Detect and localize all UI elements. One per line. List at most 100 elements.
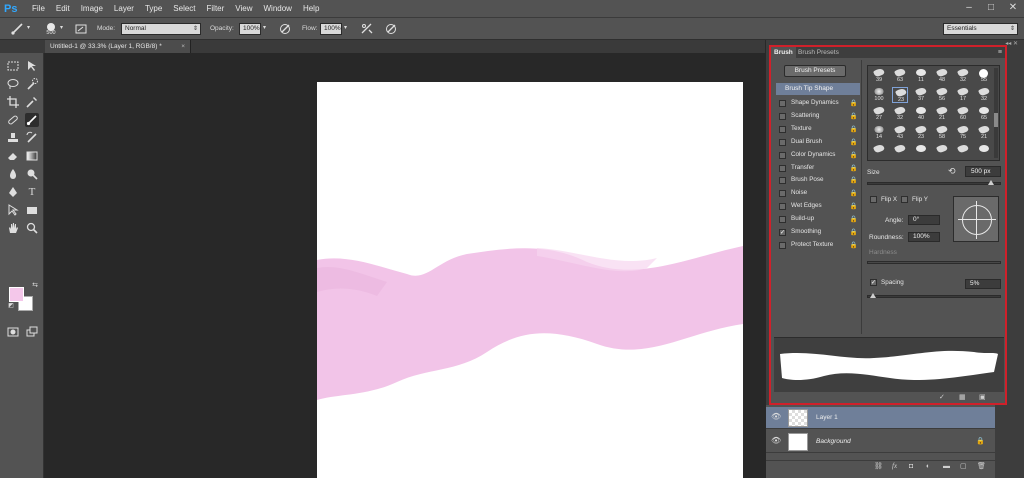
lock-icon[interactable]: 🔒 <box>850 202 858 210</box>
brush-tip-preset[interactable]: 56 <box>934 86 950 103</box>
layer-style-icon[interactable]: fx <box>892 461 897 472</box>
gradient-tool-icon[interactable] <box>25 149 39 163</box>
brush-tip-preset[interactable]: 58 <box>934 124 950 141</box>
close-tab-icon[interactable]: × <box>181 40 185 53</box>
spacing-checkbox[interactable]: ✓ <box>870 279 877 286</box>
menu-image[interactable]: Image <box>81 4 103 13</box>
angle-field[interactable]: 0° <box>908 215 940 225</box>
lock-icon[interactable]: 🔒 <box>850 241 858 249</box>
brush-tip-preset[interactable]: 48 <box>934 67 950 84</box>
tip-grid-scrollbar[interactable] <box>994 68 998 158</box>
lock-icon[interactable]: 🔒 <box>850 138 858 146</box>
new-brush-icon[interactable]: ▣ <box>979 392 986 403</box>
brush-tip-preset[interactable]: 39 <box>871 67 887 84</box>
brush-tip-preset[interactable]: 21 <box>976 124 992 141</box>
brush-tip-preset[interactable] <box>955 143 971 160</box>
menu-window[interactable]: Window <box>264 4 292 13</box>
brush-tip-preset[interactable]: 37 <box>913 86 929 103</box>
brush-option-noise[interactable]: Noise 🔒 <box>776 187 860 200</box>
brush-tool-icon[interactable] <box>10 22 24 36</box>
option-checkbox[interactable] <box>779 203 786 211</box>
angle-roundness-widget[interactable] <box>953 196 999 242</box>
size-slider-handle[interactable] <box>988 180 994 185</box>
close-icon[interactable]: ✕ <box>1006 2 1020 14</box>
maximize-icon[interactable]: □ <box>984 2 998 14</box>
brush-tip-preset[interactable]: 32 <box>976 86 992 103</box>
brush-picker-arrow-icon[interactable]: ▾ <box>27 24 30 31</box>
lock-icon[interactable]: 🔒 <box>850 228 858 236</box>
option-checkbox[interactable] <box>779 241 786 249</box>
brush-tip-preset[interactable] <box>976 144 992 160</box>
blur-tool-icon[interactable] <box>6 167 20 181</box>
brush-option-dual-brush[interactable]: Dual Brush 🔒 <box>776 136 860 149</box>
link-layers-icon[interactable]: ⛓ <box>874 461 883 472</box>
option-checkbox[interactable] <box>779 100 786 107</box>
brush-tip-preset[interactable] <box>871 143 887 160</box>
toggle-brush-panel-icon[interactable] <box>74 22 88 36</box>
opacity-arrow-icon[interactable]: ▾ <box>263 24 266 31</box>
panel-menu-icon[interactable]: ≡ <box>998 47 1002 58</box>
lock-icon[interactable]: 🔒 <box>850 112 858 120</box>
dodge-tool-icon[interactable] <box>25 167 39 181</box>
healing-brush-tool-icon[interactable] <box>6 113 20 127</box>
menu-layer[interactable]: Layer <box>114 4 134 13</box>
crop-tool-icon[interactable] <box>6 95 20 109</box>
pressure-size-icon[interactable] <box>384 22 398 36</box>
layer-row-background[interactable]: 👁 Background 🔒 <box>766 431 995 453</box>
brush-option-wet-edges[interactable]: Wet Edges 🔒 <box>776 200 860 213</box>
adjustment-layer-icon[interactable]: ◐ <box>926 461 930 472</box>
brush-tip-preset[interactable] <box>913 144 929 160</box>
option-checkbox[interactable] <box>779 177 786 185</box>
layer-row-layer-1[interactable]: 👁 Layer 1 <box>766 407 995 429</box>
document-tab[interactable]: Untitled-1 @ 33.3% (Layer 1, RGB/8) * × <box>45 40 191 53</box>
brush-tip-preset[interactable]: 55 <box>976 68 992 84</box>
pen-tool-icon[interactable] <box>6 185 20 199</box>
flip-y-checkbox[interactable] <box>901 196 908 203</box>
option-checkbox[interactable] <box>779 151 786 159</box>
toggle-live-tip-icon[interactable]: ✓ <box>939 392 945 403</box>
brush-tip-preset[interactable]: 63 <box>892 67 908 84</box>
type-tool-icon[interactable]: T <box>25 185 39 199</box>
brush-tip-preset[interactable]: 43 <box>892 124 908 141</box>
brush-tip-preset[interactable] <box>892 143 908 160</box>
tab-brush-presets[interactable]: Brush Presets <box>795 47 842 58</box>
rectangle-tool-icon[interactable] <box>25 203 39 217</box>
lasso-tool-icon[interactable] <box>6 77 20 91</box>
quick-selection-tool-icon[interactable] <box>25 77 39 91</box>
brush-tip-preset[interactable]: 23 <box>913 124 929 141</box>
brush-tip-preset[interactable]: 23 <box>892 87 908 103</box>
brush-tip-preset[interactable]: 65 <box>976 106 992 122</box>
brush-option-color-dynamics[interactable]: Color Dynamics 🔒 <box>776 149 860 162</box>
brush-tip-preset[interactable]: 40 <box>913 106 929 122</box>
lock-icon[interactable]: 🔒 <box>850 176 858 184</box>
brush-preset-arrow-icon[interactable]: ▾ <box>60 24 63 31</box>
menu-edit[interactable]: Edit <box>56 4 70 13</box>
lock-icon[interactable]: 🔒 <box>850 164 858 172</box>
lock-icon[interactable]: 🔒 <box>850 189 858 197</box>
layers-scrollbar[interactable] <box>995 405 1024 478</box>
brush-tip-preset[interactable]: 32 <box>955 67 971 84</box>
menu-select[interactable]: Select <box>173 4 195 13</box>
menu-filter[interactable]: Filter <box>207 4 225 13</box>
brush-tip-preset[interactable]: 27 <box>871 105 887 122</box>
collapse-panels-icon[interactable]: ◂◂ ✕ <box>1005 40 1018 47</box>
flow-arrow-icon[interactable]: ▾ <box>344 24 347 31</box>
document-canvas[interactable] <box>317 82 743 478</box>
menu-view[interactable]: View <box>235 4 252 13</box>
lock-icon[interactable]: 🔒 <box>850 151 858 159</box>
pressure-opacity-icon[interactable] <box>278 22 292 36</box>
minimize-icon[interactable]: – <box>962 2 976 14</box>
new-layer-icon[interactable]: ▢ <box>960 461 967 472</box>
brush-size-preview[interactable]: 500 <box>44 22 58 36</box>
new-group-icon[interactable]: ▬ <box>943 461 950 472</box>
spacing-field[interactable]: 5% <box>965 279 1001 289</box>
flip-x-checkbox[interactable] <box>870 196 877 203</box>
brush-presets-button[interactable]: Brush Presets <box>784 65 846 77</box>
brush-grid-icon[interactable]: ▦ <box>959 392 966 403</box>
eyedropper-tool-icon[interactable] <box>25 95 39 109</box>
tab-brush[interactable]: Brush <box>771 47 796 58</box>
screen-mode-icon[interactable] <box>25 325 39 339</box>
brush-tip-preset[interactable]: 11 <box>913 68 929 84</box>
size-field[interactable]: 500 px <box>965 166 1001 177</box>
clone-stamp-tool-icon[interactable] <box>6 131 20 145</box>
